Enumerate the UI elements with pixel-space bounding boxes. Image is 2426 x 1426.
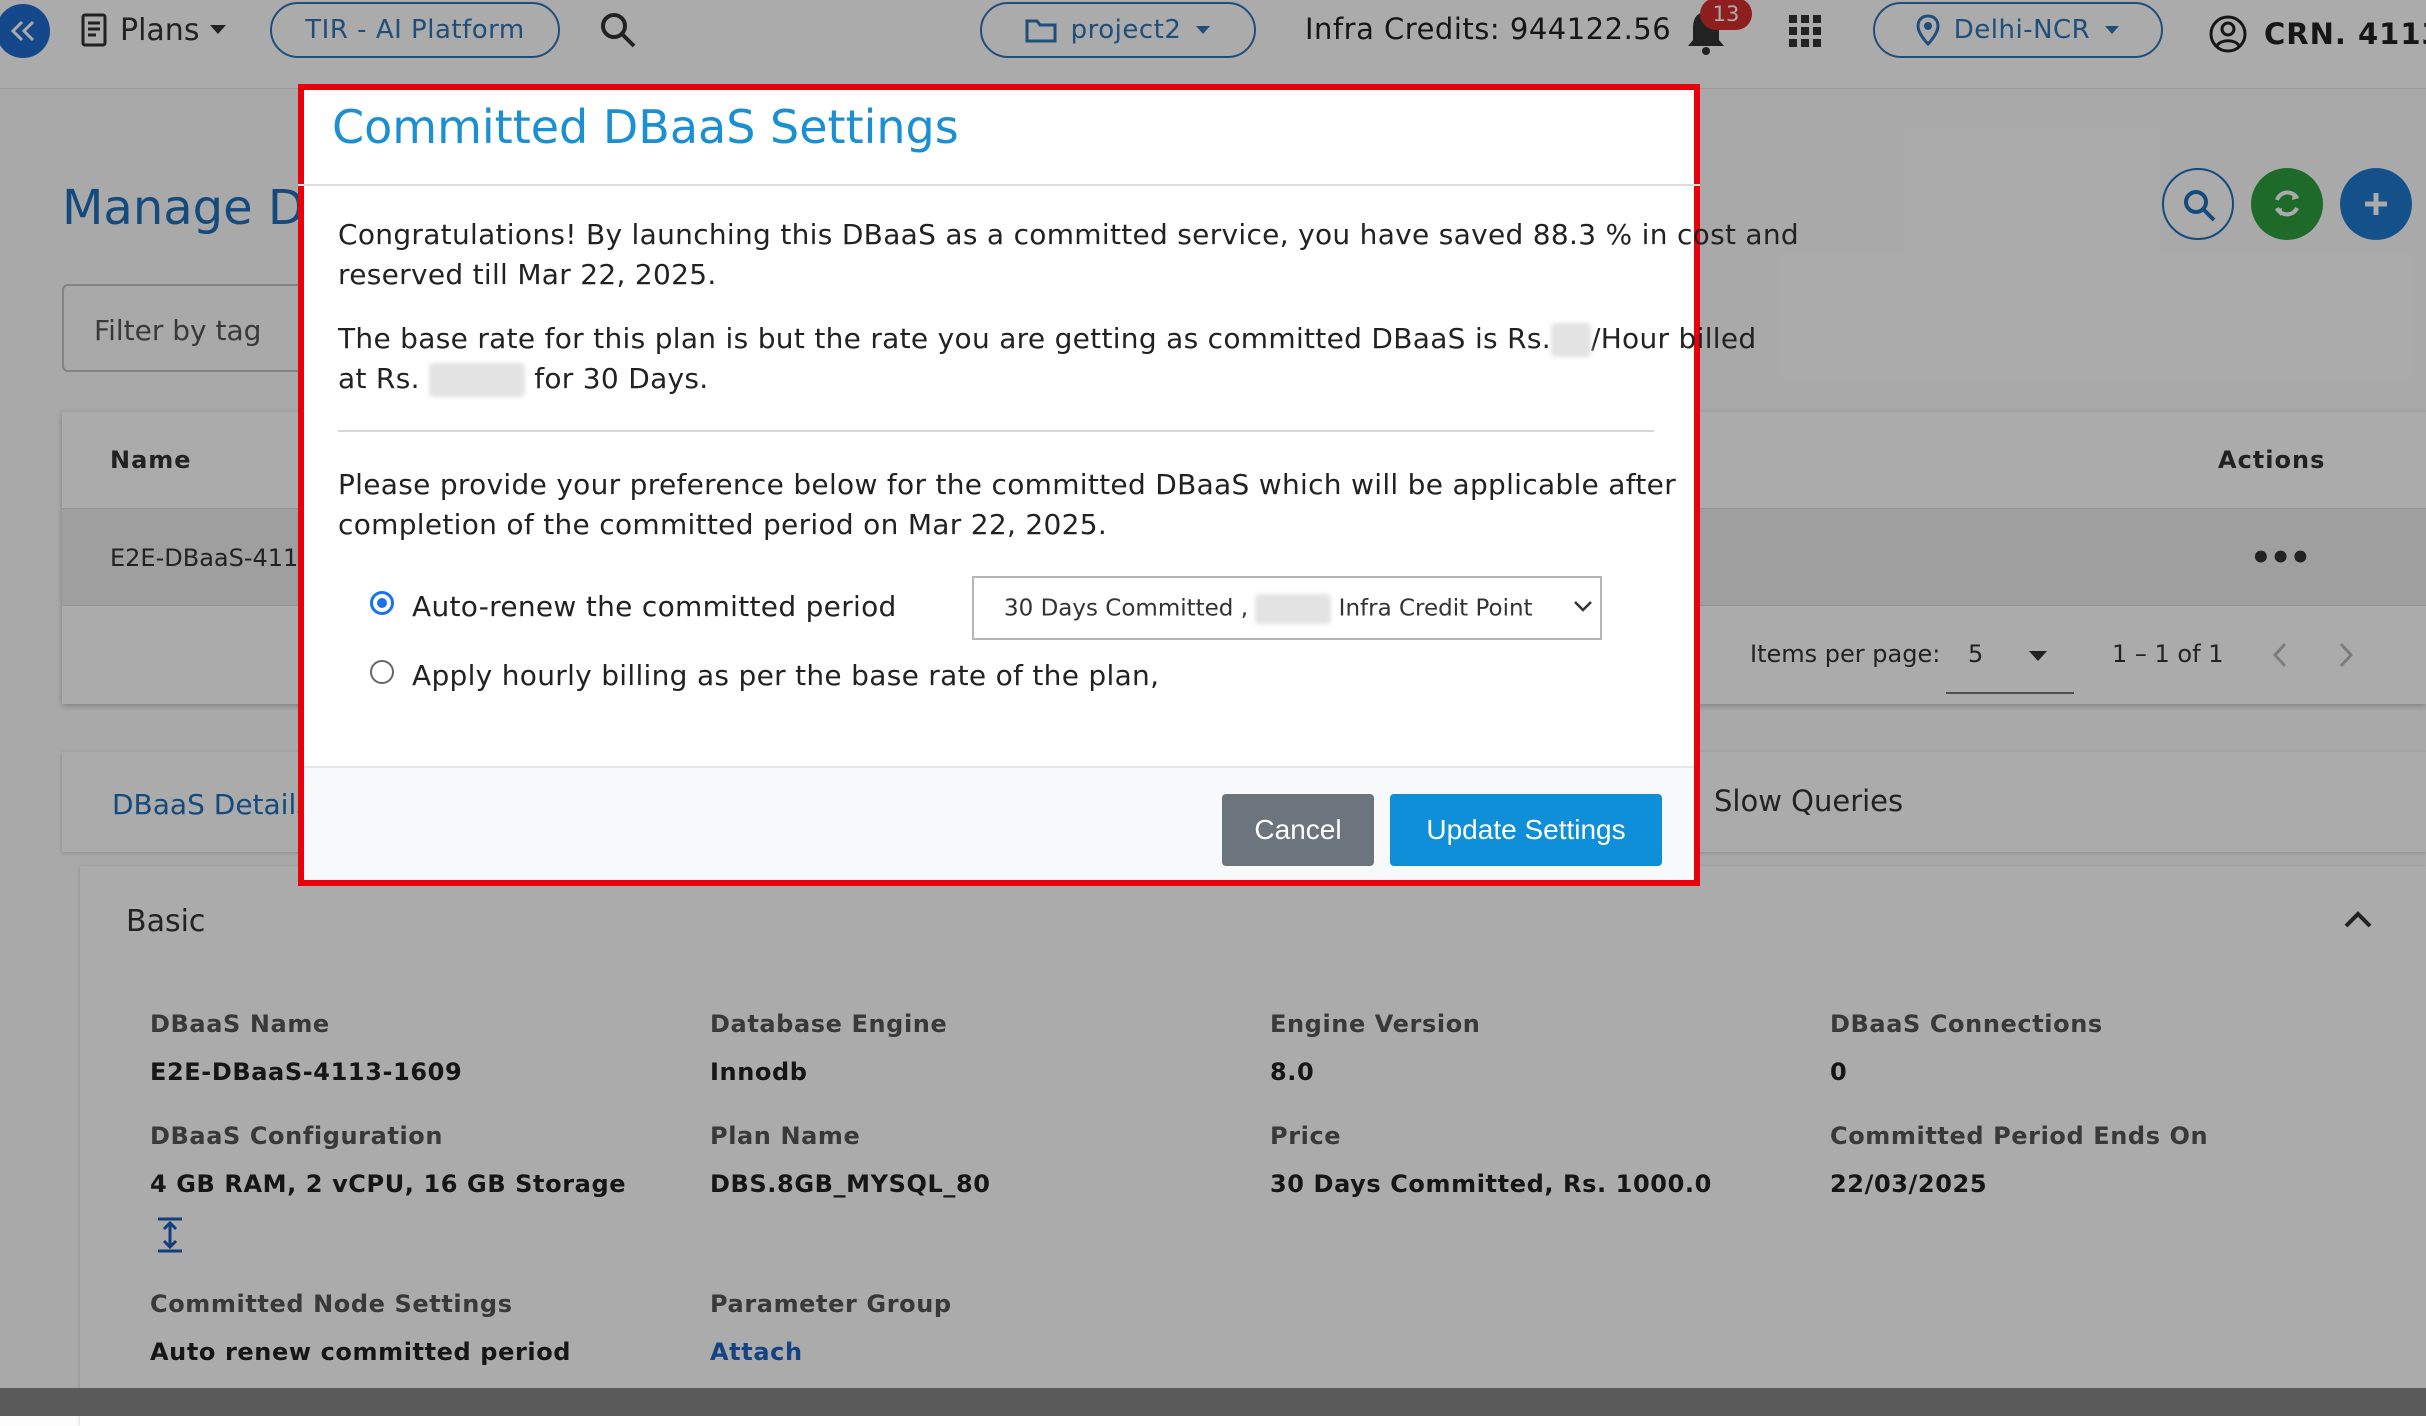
chevron-down-icon — [1574, 601, 1592, 612]
bottom-bar — [0, 1388, 2426, 1416]
preference-message: Please provide your preference below for… — [338, 468, 1677, 501]
redacted-rate — [1550, 323, 1591, 357]
savings-message: Congratulations! By launching this DBaaS… — [338, 218, 1800, 251]
rate-message: The base rate for this plan is but the r… — [338, 322, 1756, 357]
preference-message-cont: completion of the committed period on Ma… — [338, 508, 1108, 541]
rate-text-3: at Rs. — [338, 362, 420, 395]
rate-text-2: /Hour billed — [1590, 322, 1757, 355]
rate-message-cont: at Rs. for 30 Days. — [338, 362, 709, 397]
hourly-billing-radio[interactable] — [370, 660, 394, 684]
update-settings-button[interactable]: Update Settings — [1390, 794, 1662, 866]
dialog-title: Committed DBaaS Settings — [332, 100, 959, 154]
divider — [338, 430, 1654, 432]
savings-message-cont: reserved till Mar 22, 2025. — [338, 258, 717, 291]
committed-plan-select-value: 30 Days Committed , Infra Credit Point — [1004, 594, 1533, 624]
rate-text-4: for 30 Days. — [534, 362, 709, 395]
auto-renew-label[interactable]: Auto-renew the committed period — [412, 590, 897, 623]
hourly-billing-label[interactable]: Apply hourly billing as per the base rat… — [412, 659, 1159, 692]
redacted-amount — [428, 363, 525, 397]
cancel-button[interactable]: Cancel — [1222, 794, 1374, 866]
plan-select-text-1: 30 Days Committed , — [1004, 595, 1249, 622]
rate-text-1: The base rate for this plan is but the r… — [338, 322, 1551, 355]
redacted-credit — [1255, 594, 1332, 624]
auto-renew-radio[interactable] — [370, 591, 394, 615]
plan-select-text-2: Infra Credit Point — [1338, 595, 1533, 622]
